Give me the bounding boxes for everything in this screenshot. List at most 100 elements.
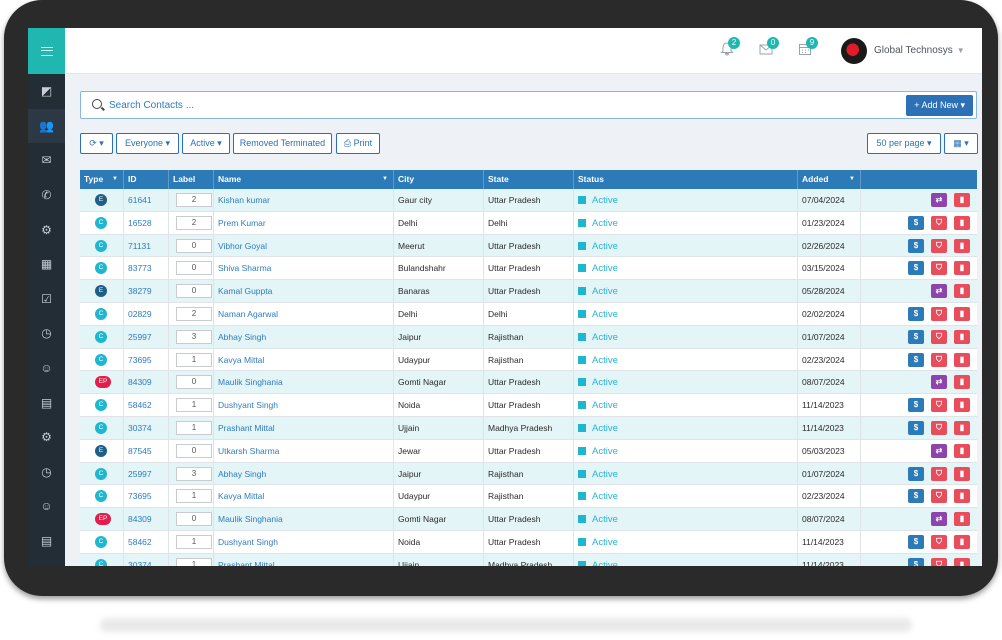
calendar-button[interactable]: 9 bbox=[798, 37, 818, 59]
per-page-select[interactable]: 50 per page ▾ bbox=[867, 133, 941, 154]
column-header-id[interactable]: ID bbox=[124, 170, 169, 189]
contact-id-link[interactable]: 83773 bbox=[128, 263, 152, 273]
sidebar-item-clock[interactable]: ◷ bbox=[28, 316, 65, 351]
delete-button[interactable]: ▮ bbox=[954, 512, 970, 527]
label-input[interactable]: 2 bbox=[176, 193, 212, 207]
contact-id-link[interactable]: 30374 bbox=[128, 560, 152, 566]
label-input[interactable]: 0 bbox=[176, 261, 212, 276]
add-new-button[interactable]: + Add New ▾ bbox=[906, 95, 973, 116]
contact-id-link[interactable]: 61641 bbox=[128, 195, 152, 205]
transfer-button[interactable]: ⇄ bbox=[931, 512, 947, 527]
contact-id-link[interactable]: 16528 bbox=[128, 218, 152, 228]
contact-name-link[interactable]: Abhay Singh bbox=[218, 469, 266, 479]
label-input[interactable]: 0 bbox=[176, 443, 212, 458]
contact-id-link[interactable]: 73695 bbox=[128, 491, 152, 501]
notifications-button[interactable]: 2 bbox=[720, 37, 740, 59]
everyone-filter-button[interactable]: Everyone ▾ bbox=[116, 133, 179, 154]
contact-name-link[interactable]: Kavya Mittal bbox=[218, 491, 264, 501]
delete-button[interactable]: ▮ bbox=[954, 466, 970, 481]
transfer-button[interactable]: ⇄ bbox=[931, 193, 947, 207]
label-input[interactable]: 0 bbox=[176, 375, 212, 390]
payment-button[interactable]: $ bbox=[908, 398, 924, 413]
column-header-added[interactable]: Added ▼ bbox=[798, 170, 861, 189]
label-input[interactable]: 3 bbox=[176, 466, 212, 481]
payment-button[interactable]: $ bbox=[908, 215, 924, 230]
table-row[interactable]: E 61641 2 Kishan kumar Gaur city Uttar Prades… bbox=[80, 189, 977, 212]
shield-button[interactable]: ⛉ bbox=[931, 398, 947, 413]
table-row[interactable]: EP 84309 0 Maulik Singhania Gomti Nagar Uttar… bbox=[80, 508, 977, 531]
delete-button[interactable]: ▮ bbox=[954, 261, 970, 276]
label-input[interactable]: 2 bbox=[176, 215, 212, 230]
table-row[interactable]: E 38279 0 Kamal Guppta Banaras Uttar Pradesh A… bbox=[80, 280, 977, 303]
contact-name-link[interactable]: Maulik Singhania bbox=[218, 377, 283, 387]
sidebar-item-payroll[interactable]: ☺ bbox=[28, 351, 65, 386]
delete-button[interactable]: ▮ bbox=[954, 352, 970, 367]
delete-button[interactable]: ▮ bbox=[954, 489, 970, 504]
table-row[interactable]: C 83773 0 Shiva Sharma Bulandshahr Uttar Prad… bbox=[80, 257, 977, 281]
contact-name-link[interactable]: Vibhor Goyal bbox=[218, 241, 267, 251]
delete-button[interactable]: ▮ bbox=[954, 284, 970, 299]
removed-terminated-button[interactable]: Removed Terminated bbox=[233, 133, 332, 154]
contact-name-link[interactable]: Prashant Mittal bbox=[218, 560, 275, 566]
delete-button[interactable]: ▮ bbox=[954, 443, 970, 458]
shield-button[interactable]: ⛉ bbox=[931, 421, 947, 435]
table-row[interactable]: C 73695 1 Kavya Mittal Udaypur Rajisthan Activ… bbox=[80, 485, 977, 509]
sidebar-item-gear[interactable]: ⚙ bbox=[28, 420, 65, 455]
payment-button[interactable]: $ bbox=[908, 329, 924, 344]
contact-name-link[interactable]: Maulik Singhania bbox=[218, 514, 283, 524]
table-row[interactable]: C 73695 1 Kavya Mittal Udaypur Rajisthan Activ… bbox=[80, 348, 977, 372]
label-input[interactable]: 1 bbox=[176, 557, 212, 566]
messages-button[interactable]: 0 bbox=[759, 37, 779, 59]
table-row[interactable]: C 25997 3 Abhay Singh Jaipur Rajisthan Active 0… bbox=[80, 462, 977, 486]
delete-button[interactable]: ▮ bbox=[954, 193, 970, 207]
contact-id-link[interactable]: 25997 bbox=[128, 332, 152, 342]
shield-button[interactable]: ⛉ bbox=[931, 466, 947, 481]
contact-id-link[interactable]: 38279 bbox=[128, 286, 152, 296]
table-row[interactable]: C 25997 3 Abhay Singh Jaipur Rajisthan Active 0… bbox=[80, 325, 977, 349]
sidebar-item-briefcase[interactable]: ✆ bbox=[28, 178, 65, 213]
shield-button[interactable]: ⛉ bbox=[931, 238, 947, 253]
active-filter-button[interactable]: Active ▾ bbox=[182, 133, 230, 154]
contact-id-link[interactable]: 58462 bbox=[128, 537, 152, 547]
contact-id-link[interactable]: 84309 bbox=[128, 377, 152, 387]
contact-id-link[interactable]: 87545 bbox=[128, 446, 152, 456]
contact-name-link[interactable]: Prashant Mittal bbox=[218, 423, 275, 433]
sidebar-item-clock[interactable]: ◷ bbox=[28, 455, 65, 490]
label-input[interactable]: 1 bbox=[176, 489, 212, 504]
table-row[interactable]: C 58462 1 Dushyant Singh Noida Uttar Pradesh A… bbox=[80, 394, 977, 417]
shield-button[interactable]: ⛉ bbox=[931, 329, 947, 344]
shield-button[interactable]: ⛉ bbox=[931, 352, 947, 367]
sidebar-item-calendar[interactable]: ▦ bbox=[28, 247, 65, 282]
label-input[interactable]: 0 bbox=[176, 512, 212, 527]
payment-button[interactable]: $ bbox=[908, 466, 924, 481]
contact-id-link[interactable]: 84309 bbox=[128, 514, 152, 524]
sidebar-item-contacts[interactable]: 👥 bbox=[28, 108, 65, 144]
table-row[interactable]: E 87545 0 Utkarsh Sharma Jewar Uttar Pradesh A… bbox=[80, 439, 977, 463]
contact-name-link[interactable]: Kavya Mittal bbox=[218, 355, 264, 365]
org-menu[interactable]: Global Technosys ▼ bbox=[874, 45, 965, 56]
label-input[interactable]: 0 bbox=[176, 238, 212, 253]
payment-button[interactable]: $ bbox=[908, 421, 924, 435]
label-input[interactable]: 2 bbox=[176, 307, 212, 321]
contact-id-link[interactable]: 30374 bbox=[128, 423, 152, 433]
column-header-label[interactable]: Label bbox=[169, 170, 214, 189]
label-input[interactable]: 1 bbox=[176, 398, 212, 413]
contact-name-link[interactable]: Kamal Guppta bbox=[218, 286, 272, 296]
sidebar-item-inbox[interactable]: ✉ bbox=[28, 143, 65, 178]
column-header-city[interactable]: City bbox=[394, 170, 484, 189]
shield-button[interactable]: ⛉ bbox=[931, 261, 947, 276]
table-row[interactable]: C 30374 1 Prashant Mittal Ujjain Madhya Prade… bbox=[80, 553, 977, 566]
contact-id-link[interactable]: 73695 bbox=[128, 355, 152, 365]
refresh-button[interactable]: ⟳ ▾ bbox=[80, 133, 113, 154]
delete-button[interactable]: ▮ bbox=[954, 215, 970, 230]
contact-name-link[interactable]: Prem Kumar bbox=[218, 218, 266, 228]
delete-button[interactable]: ▮ bbox=[954, 557, 970, 566]
search-input[interactable] bbox=[109, 96, 809, 114]
transfer-button[interactable]: ⇄ bbox=[931, 375, 947, 390]
contact-id-link[interactable]: 71131 bbox=[128, 241, 151, 251]
delete-button[interactable]: ▮ bbox=[954, 307, 970, 321]
grid-view-button[interactable]: ▦ ▾ bbox=[944, 133, 978, 154]
contact-name-link[interactable]: Utkarsh Sharma bbox=[218, 446, 279, 456]
label-input[interactable]: 0 bbox=[176, 284, 212, 299]
contact-name-link[interactable]: Abhay Singh bbox=[218, 332, 266, 342]
